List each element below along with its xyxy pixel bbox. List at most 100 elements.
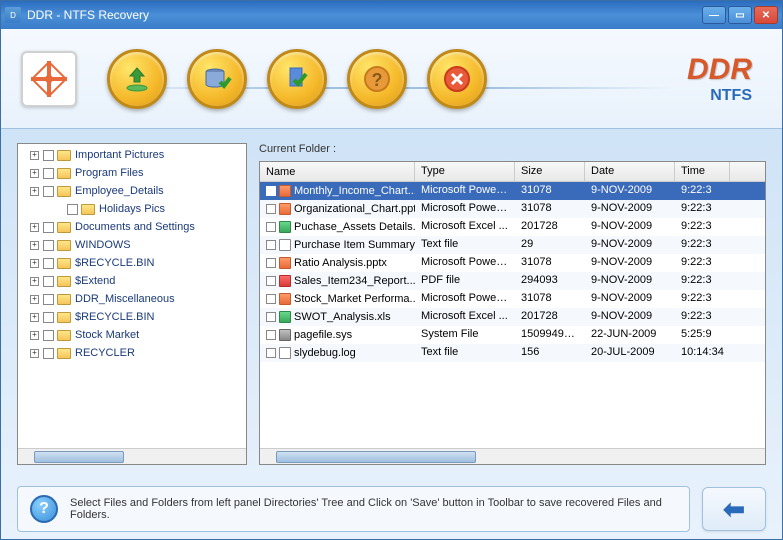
tree-checkbox[interactable] — [43, 168, 54, 179]
folder-tree[interactable]: + Important Pictures +Program Files+Employ… — [18, 144, 246, 448]
cell-type: System File — [415, 326, 515, 344]
cell-size: 201728 — [515, 308, 585, 326]
cell-date: 20-JUL-2009 — [585, 344, 675, 362]
hint-box: ? Select Files and Folders from left pan… — [17, 486, 690, 532]
tree-checkbox[interactable] — [43, 294, 54, 305]
expand-icon[interactable]: + — [30, 313, 39, 322]
cell-size: 31078 — [515, 200, 585, 218]
help-button[interactable]: ? — [347, 49, 407, 109]
footer: ? Select Files and Folders from left pan… — [1, 479, 782, 539]
expand-icon[interactable]: + — [30, 331, 39, 340]
grid-hscrollbar[interactable] — [260, 448, 765, 464]
expand-icon[interactable]: + — [30, 295, 39, 304]
col-header-name[interactable]: Name — [260, 162, 415, 181]
tree-item[interactable]: + $RECYCLE.BIN — [18, 254, 246, 272]
cell-time: 5:25:9 — [675, 326, 730, 344]
col-header-type[interactable]: Type — [415, 162, 515, 181]
file-checkbox[interactable] — [266, 258, 276, 268]
tree-item[interactable]: +Documents and Settings — [18, 218, 246, 236]
tree-item[interactable]: +Stock Market — [18, 326, 246, 344]
file-grid: Name Type Size Date Time Monthly_Income_… — [259, 161, 766, 465]
maximize-button[interactable]: ▭ — [728, 6, 752, 24]
table-row[interactable]: SWOT_Analysis.xlsMicrosoft Excel ...2017… — [260, 308, 765, 326]
expand-icon[interactable]: + — [30, 151, 39, 160]
info-icon: ? — [30, 495, 58, 523]
tree-checkbox[interactable] — [43, 330, 54, 341]
tree-item[interactable]: + Important Pictures — [18, 146, 246, 164]
grid-header[interactable]: Name Type Size Date Time — [260, 162, 765, 182]
table-row[interactable]: Organizational_Chart.pptxMicrosoft Power… — [260, 200, 765, 218]
tree-checkbox[interactable] — [43, 276, 54, 287]
file-checkbox[interactable] — [266, 312, 276, 322]
table-row[interactable]: Sales_Item234_Report...PDF file2940939-N… — [260, 272, 765, 290]
tree-item[interactable]: +WINDOWS — [18, 236, 246, 254]
cell-date: 9-NOV-2009 — [585, 182, 675, 200]
table-row[interactable]: Stock_Market Performa...Microsoft Power … — [260, 290, 765, 308]
cell-size: 201728 — [515, 218, 585, 236]
cell-size: 15099494... — [515, 326, 585, 344]
expand-icon[interactable]: + — [30, 259, 39, 268]
tree-item[interactable]: +$RECYCLE.BIN — [18, 308, 246, 326]
tree-item[interactable]: +Employee_Details — [18, 182, 246, 200]
tree-checkbox[interactable] — [67, 204, 78, 215]
tree-checkbox[interactable] — [43, 348, 54, 359]
col-header-time[interactable]: Time — [675, 162, 730, 181]
tree-item[interactable]: +DDR_Miscellaneous — [18, 290, 246, 308]
table-row[interactable]: Ratio Analysis.pptxMicrosoft Power ...31… — [260, 254, 765, 272]
tree-label: Important Pictures — [75, 149, 164, 161]
file-checkbox[interactable] — [266, 204, 276, 214]
table-row[interactable]: pagefile.sysSystem File15099494...22-JUN… — [260, 326, 765, 344]
disk-apply-button[interactable] — [187, 49, 247, 109]
tree-checkbox[interactable] — [43, 312, 54, 323]
grid-body[interactable]: Monthly_Income_Chart...Microsoft Power .… — [260, 182, 765, 448]
tree-checkbox[interactable] — [43, 150, 54, 161]
tree-hscrollbar[interactable] — [18, 448, 246, 464]
col-header-size[interactable]: Size — [515, 162, 585, 181]
cell-date: 22-JUN-2009 — [585, 326, 675, 344]
minimize-button[interactable]: — — [702, 6, 726, 24]
file-icon — [279, 239, 291, 251]
tree-label: $RECYCLE.BIN — [75, 257, 154, 269]
file-checkbox[interactable] — [266, 294, 276, 304]
close-button[interactable]: ✕ — [754, 6, 778, 24]
table-row[interactable]: slydebug.logText file15620-JUL-200910:14… — [260, 344, 765, 362]
expand-icon[interactable]: + — [30, 223, 39, 232]
tree-checkbox[interactable] — [43, 240, 54, 251]
file-name: Stock_Market Performa... — [294, 293, 415, 305]
disk-check-button[interactable] — [267, 49, 327, 109]
tree-item[interactable]: +RECYCLER — [18, 344, 246, 362]
tree-item[interactable]: +$Extend — [18, 272, 246, 290]
file-checkbox[interactable] — [266, 276, 276, 286]
expand-icon[interactable]: + — [30, 187, 39, 196]
expand-icon[interactable]: + — [30, 349, 39, 358]
tree-checkbox[interactable] — [43, 222, 54, 233]
file-checkbox[interactable] — [266, 330, 276, 340]
tree-item[interactable]: +Program Files — [18, 164, 246, 182]
cell-type: Microsoft Excel ... — [415, 218, 515, 236]
cancel-button[interactable] — [427, 49, 487, 109]
hint-text: Select Files and Folders from left panel… — [70, 497, 677, 521]
file-name: Sales_Item234_Report... — [294, 275, 415, 287]
back-button[interactable]: ⬅ — [702, 487, 766, 531]
expand-icon[interactable]: + — [30, 277, 39, 286]
cell-size: 156 — [515, 344, 585, 362]
file-name: Puchase_Assets Details... — [294, 221, 415, 233]
file-checkbox[interactable] — [266, 186, 276, 196]
table-row[interactable]: Puchase_Assets Details...Microsoft Excel… — [260, 218, 765, 236]
save-button[interactable] — [107, 49, 167, 109]
cell-size: 31078 — [515, 254, 585, 272]
tree-checkbox[interactable] — [43, 186, 54, 197]
table-row[interactable]: Purchase Item Summary...Text file299-NOV… — [260, 236, 765, 254]
file-checkbox[interactable] — [266, 240, 276, 250]
cell-type: Text file — [415, 344, 515, 362]
expand-icon[interactable]: + — [30, 241, 39, 250]
tree-checkbox[interactable] — [43, 258, 54, 269]
cell-date: 9-NOV-2009 — [585, 218, 675, 236]
file-checkbox[interactable] — [266, 348, 276, 358]
table-row[interactable]: Monthly_Income_Chart...Microsoft Power .… — [260, 182, 765, 200]
col-header-date[interactable]: Date — [585, 162, 675, 181]
expand-icon[interactable]: + — [30, 169, 39, 178]
tree-item[interactable]: Holidays Pics — [18, 200, 246, 218]
content-area: + Important Pictures +Program Files+Employ… — [1, 129, 782, 479]
file-checkbox[interactable] — [266, 222, 276, 232]
